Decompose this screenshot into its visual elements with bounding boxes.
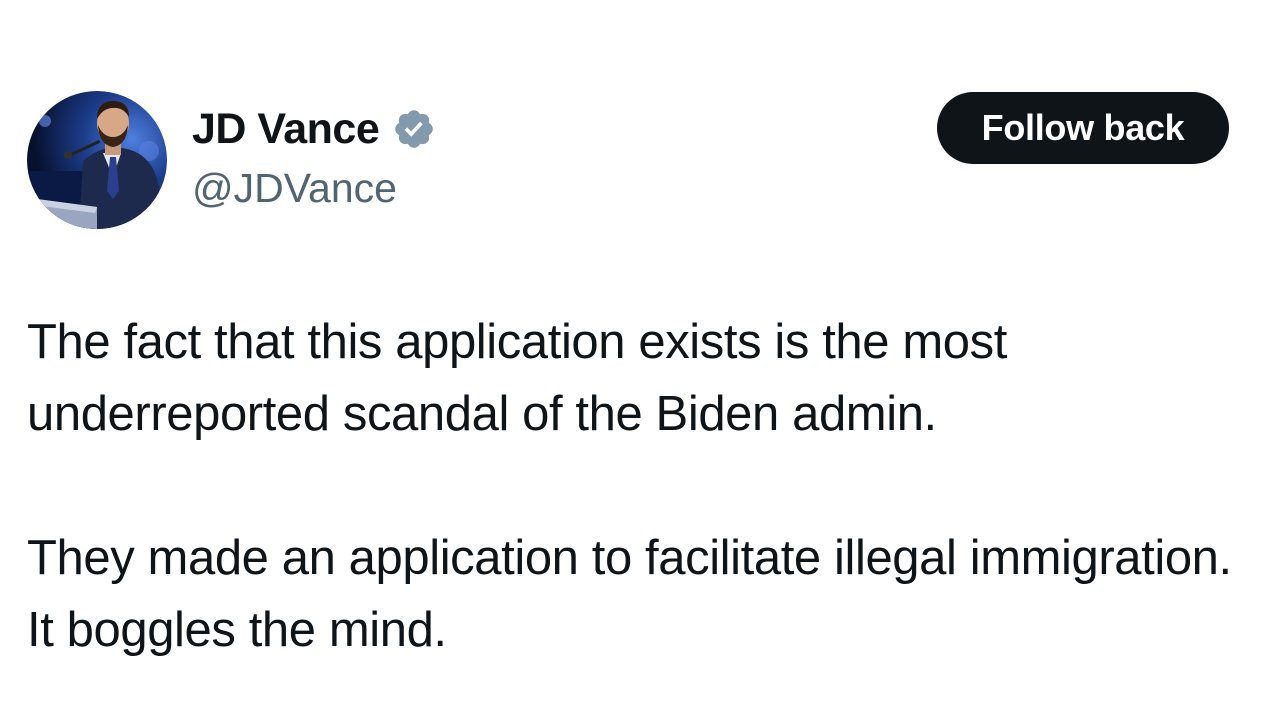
follow-back-button[interactable]: Follow back — [937, 92, 1229, 164]
author-display-name[interactable]: JD Vance — [192, 101, 380, 157]
tweet-card: JD Vance @JDVance Follow back The fact t… — [0, 0, 1280, 718]
tweet-paragraph: The fact that this application exists is… — [27, 315, 1007, 441]
avatar-photo — [27, 91, 167, 229]
avatar[interactable] — [27, 91, 167, 229]
author-name-row: JD Vance — [192, 101, 436, 157]
author-handle[interactable]: @JDVance — [192, 162, 397, 214]
tweet-text: The fact that this application exists is… — [27, 306, 1257, 666]
verified-badge-icon[interactable] — [392, 107, 436, 151]
tweet-paragraph: They made an application to facilitate i… — [27, 531, 1232, 657]
